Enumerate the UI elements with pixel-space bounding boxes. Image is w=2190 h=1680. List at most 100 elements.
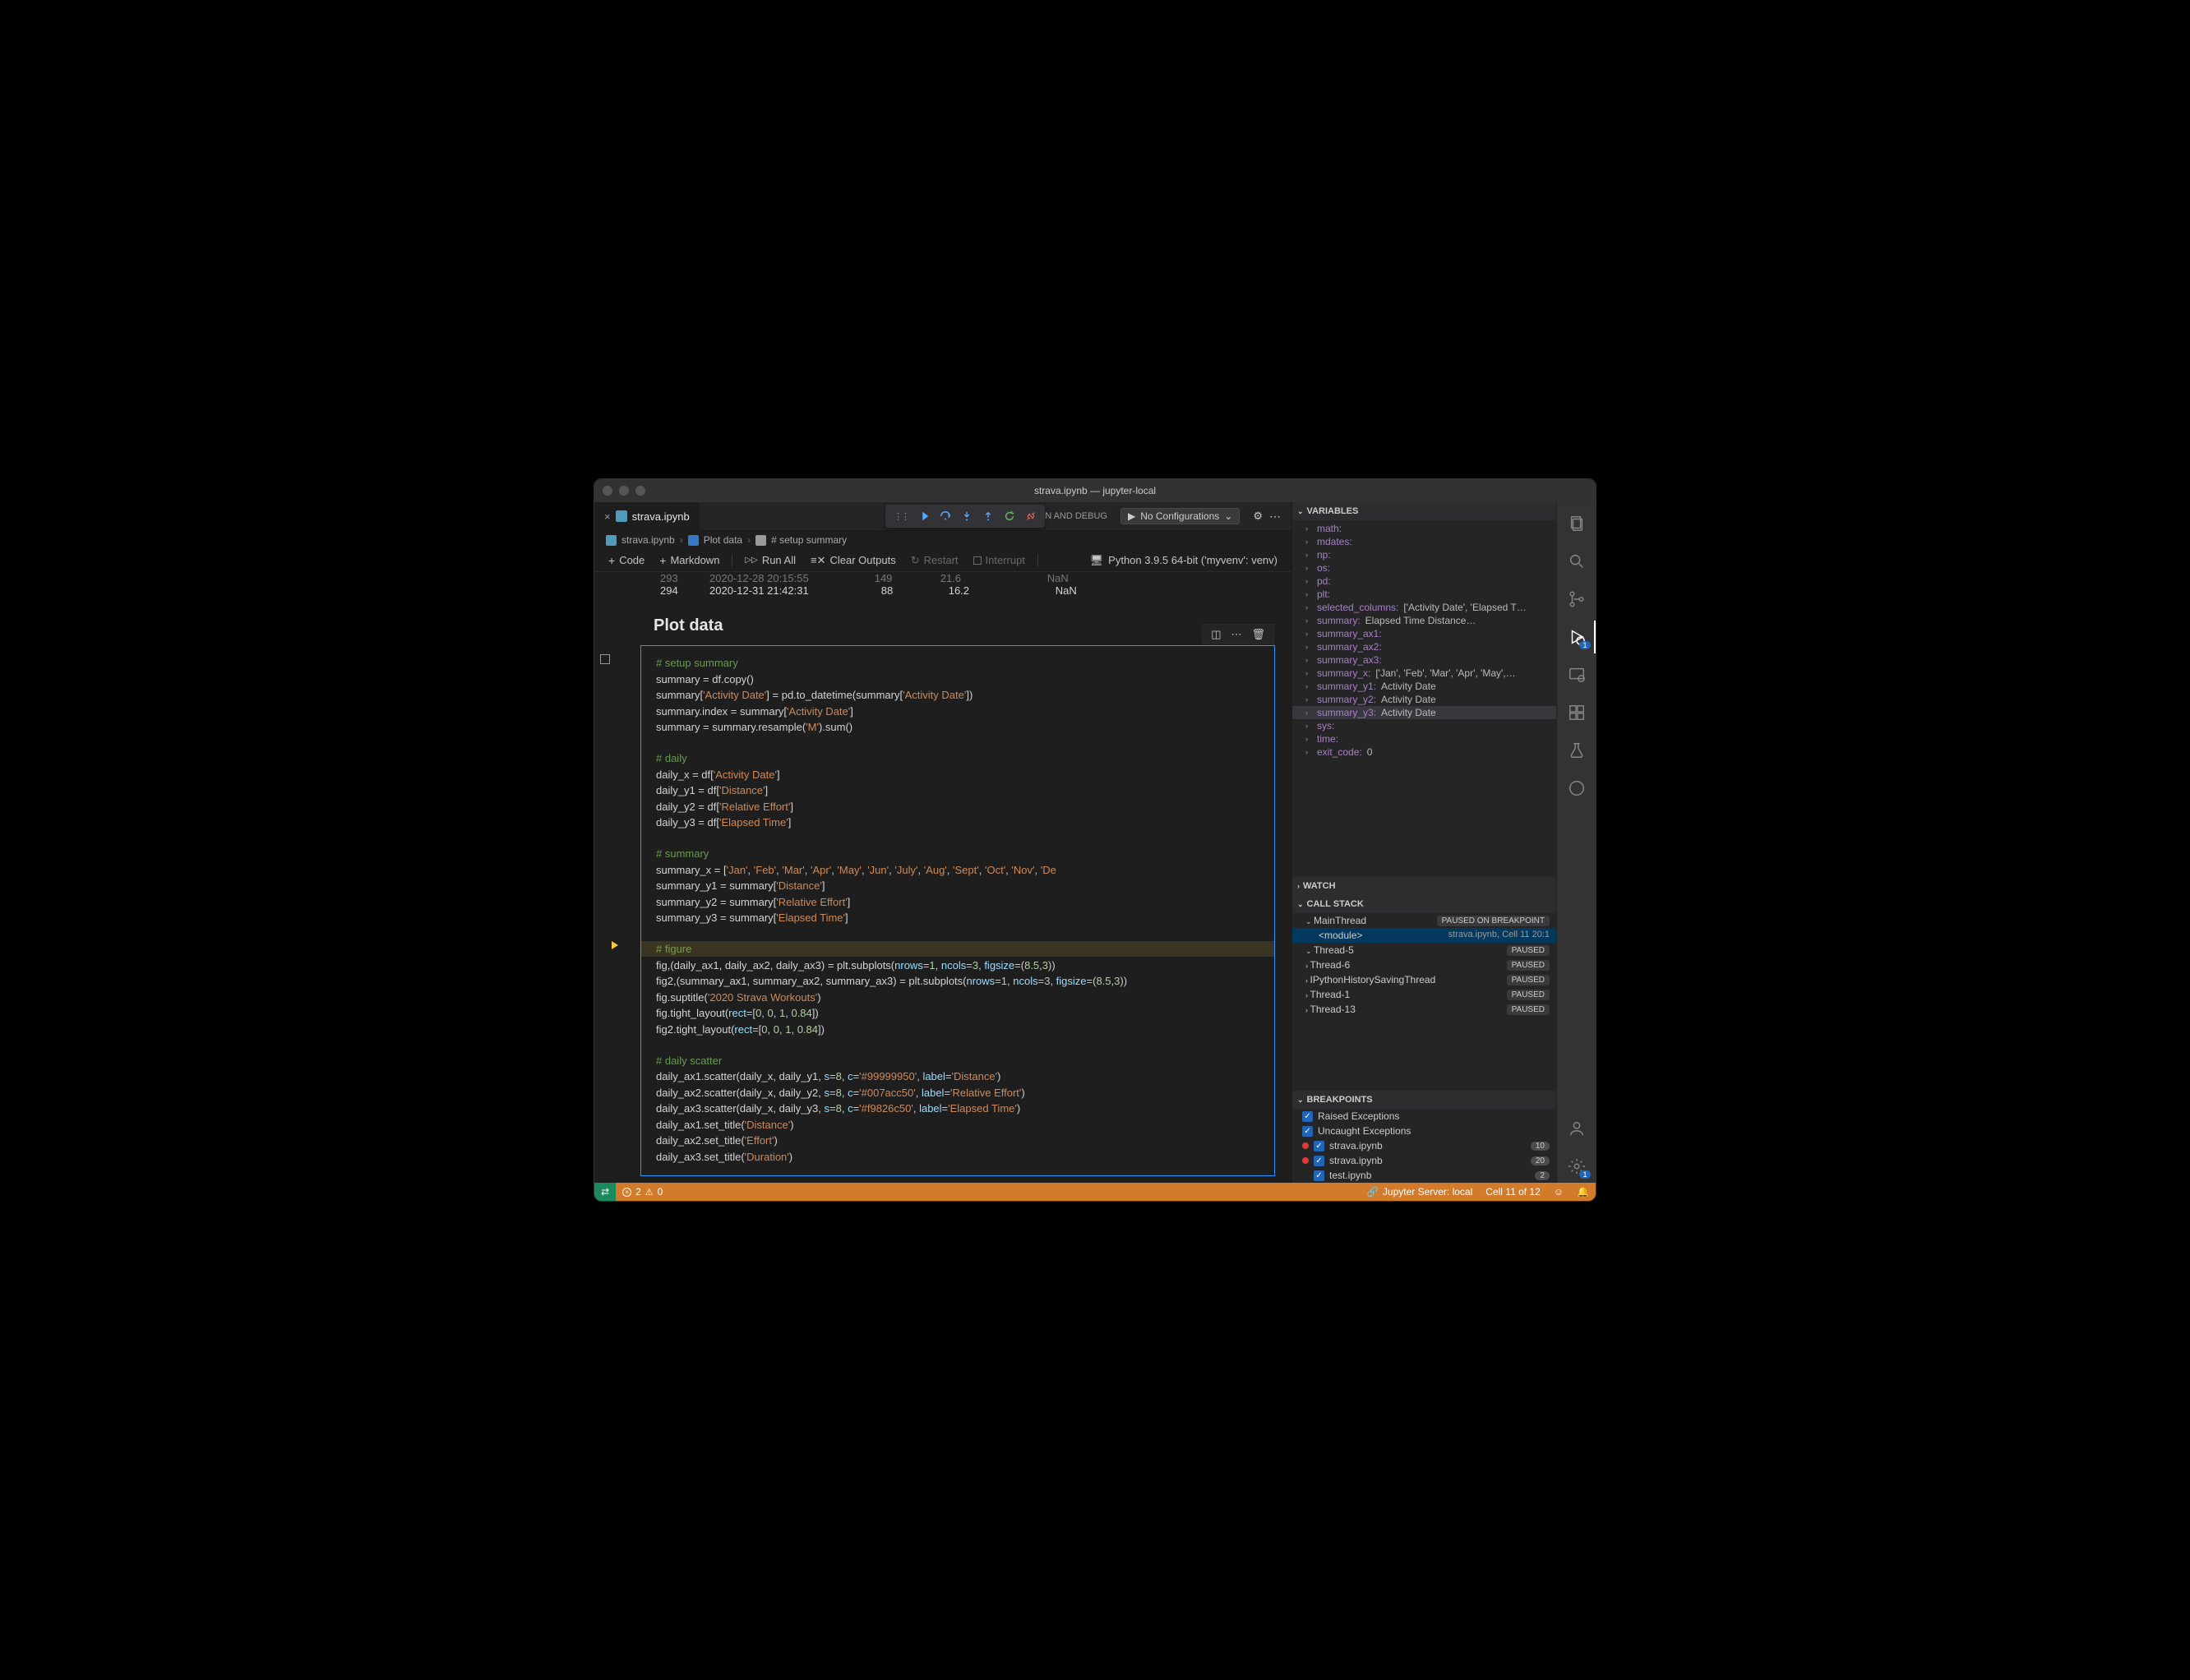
variable-row[interactable]: ›time:	[1292, 732, 1556, 745]
breakpoint-file-row[interactable]: ✓test.ipynb2	[1292, 1168, 1556, 1183]
paused-badge: Paused on breakpoint	[1437, 916, 1550, 926]
variable-row[interactable]: ›mdates:	[1292, 535, 1556, 548]
jupyter-server-status[interactable]: 🔗Jupyter Server: local	[1360, 1186, 1479, 1198]
step-into-icon[interactable]	[961, 510, 973, 522]
variable-row[interactable]: ›exit_code: 0	[1292, 745, 1556, 759]
variables-section-header[interactable]: ⌄Variables	[1292, 502, 1556, 520]
run-debug-icon[interactable]: 1	[1558, 621, 1596, 653]
cell-position-status[interactable]: Cell 11 of 12	[1479, 1186, 1547, 1198]
breakpoint-file-row[interactable]: ✓strava.ipynb10	[1292, 1138, 1556, 1153]
checkbox-icon[interactable]: ✓	[1302, 1126, 1313, 1137]
grip-icon[interactable]: ⋮⋮	[894, 511, 908, 522]
dataframe-output: 2932020-12-28 20:15:5514921.6NaN 2942020…	[594, 572, 1291, 597]
interrupt-button[interactable]: Interrupt	[968, 552, 1031, 568]
variable-row[interactable]: ›summary_y2: Activity Date	[1292, 693, 1556, 706]
titlebar[interactable]: strava.ipynb — jupyter-local	[594, 479, 1596, 502]
step-over-icon[interactable]	[940, 510, 951, 522]
variable-row[interactable]: ›selected_columns: ['Activity Date', 'El…	[1292, 601, 1556, 614]
chevron-down-icon: ⌄	[1224, 510, 1232, 522]
variable-row[interactable]: ›pd:	[1292, 575, 1556, 588]
accounts-icon[interactable]	[1558, 1112, 1596, 1145]
thread-row[interactable]: › Thread-1Paused	[1292, 987, 1556, 1002]
variable-row[interactable]: ›summary_ax2:	[1292, 640, 1556, 653]
variable-row[interactable]: ›plt:	[1292, 588, 1556, 601]
cell-more-icon[interactable]: ⋯	[1231, 628, 1241, 641]
code-cell[interactable]: ◫ ⋯ 🗑 # setup summary summary = df.copy(…	[640, 645, 1275, 1176]
breadcrumb[interactable]: strava.ipynb › Plot data › # setup summa…	[594, 531, 1291, 549]
breakpoints-section-header[interactable]: ⌄Breakpoints	[1292, 1091, 1556, 1109]
source-control-icon[interactable]	[1558, 583, 1596, 616]
variable-row[interactable]: ›sys:	[1292, 719, 1556, 732]
disconnect-icon[interactable]	[1025, 510, 1037, 522]
thread-row[interactable]: › IPythonHistorySavingThreadPaused	[1292, 972, 1556, 987]
step-out-icon[interactable]	[982, 510, 994, 522]
variable-row[interactable]: ›np:	[1292, 548, 1556, 561]
variable-row[interactable]: ›summary_y3: Activity Date	[1292, 706, 1556, 719]
stop-icon[interactable]	[600, 654, 610, 664]
debug-config-dropdown[interactable]: ▶ No Configurations ⌄	[1120, 508, 1240, 524]
thread-row[interactable]: › Thread-6Paused	[1292, 958, 1556, 972]
restart-icon[interactable]	[1004, 510, 1015, 522]
variable-row[interactable]: ›os:	[1292, 561, 1556, 575]
checkbox-icon[interactable]: ✓	[1314, 1156, 1324, 1166]
add-markdown-button[interactable]: +Markdown	[654, 552, 725, 569]
notebook-editor[interactable]: 2932020-12-28 20:15:5514921.6NaN 2942020…	[594, 572, 1291, 1183]
kernel-selector[interactable]: 🖥 Python 3.9.5 64-bit ('myvenv': venv)	[1084, 552, 1283, 569]
github-icon[interactable]	[1558, 772, 1596, 805]
variable-row[interactable]: ›summary_x: ['Jan', 'Feb', 'Mar', 'Apr',…	[1292, 667, 1556, 680]
zoom-window-icon[interactable]	[635, 486, 645, 496]
breadcrumb-cell[interactable]: Plot data	[704, 534, 742, 546]
debug-floating-toolbar[interactable]: ⋮⋮	[885, 505, 1045, 528]
thread-row[interactable]: ⌄ Thread-5Paused	[1292, 943, 1556, 958]
explorer-icon[interactable]	[1558, 507, 1596, 540]
restart-button[interactable]: ↻Restart	[905, 552, 964, 569]
tab-strava[interactable]: × strava.ipynb	[594, 502, 700, 530]
continue-icon[interactable]	[918, 510, 930, 522]
thread-row[interactable]: › Thread-13Paused	[1292, 1002, 1556, 1017]
watch-section-header[interactable]: ›Watch	[1292, 877, 1556, 895]
variable-row[interactable]: ›math:	[1292, 522, 1556, 535]
bp-raised-exceptions[interactable]: ✓Raised Exceptions	[1292, 1109, 1556, 1124]
variable-row[interactable]: ›summary: Elapsed Time Distance…	[1292, 614, 1556, 627]
settings-gear-icon[interactable]: 1	[1558, 1150, 1596, 1183]
split-cell-icon[interactable]: ◫	[1211, 628, 1221, 641]
variable-row[interactable]: ›summary_ax1:	[1292, 627, 1556, 640]
delete-cell-icon[interactable]: 🗑	[1251, 628, 1265, 641]
code-content[interactable]: # setup summary summary = df.copy() summ…	[641, 646, 1274, 1175]
more-icon[interactable]: ⋯	[1269, 510, 1282, 524]
breadcrumb-symbol[interactable]: # setup summary	[771, 534, 847, 546]
checkbox-icon[interactable]: ✓	[1314, 1170, 1324, 1181]
variables-list[interactable]: ›math: ›mdates: ›np: ›os: ›pd: ›plt: ›se…	[1292, 520, 1556, 877]
add-code-button[interactable]: +Code	[603, 552, 650, 569]
problems-indicator[interactable]: ×20	[616, 1183, 669, 1201]
checkbox-icon[interactable]: ✓	[1302, 1111, 1313, 1122]
bp-uncaught-exceptions[interactable]: ✓Uncaught Exceptions	[1292, 1124, 1556, 1138]
traffic-lights[interactable]	[603, 486, 645, 496]
callstack-section-header[interactable]: ⌄Call Stack	[1292, 895, 1556, 913]
variable-row[interactable]: ›summary_ax3:	[1292, 653, 1556, 667]
clear-outputs-button[interactable]: ≡✕Clear Outputs	[805, 552, 902, 569]
thread-main[interactable]: ⌄ MainThreadPaused on breakpoint	[1292, 913, 1556, 928]
close-tab-icon[interactable]: ×	[604, 510, 611, 523]
debug-config-label: No Configurations	[1140, 510, 1219, 522]
call-stack-list[interactable]: ⌄ MainThreadPaused on breakpoint <module…	[1292, 913, 1556, 1017]
breadcrumb-file[interactable]: strava.ipynb	[621, 534, 675, 546]
variable-row[interactable]: ›summary_y1: Activity Date	[1292, 680, 1556, 693]
play-icon: ▶	[1128, 510, 1135, 522]
testing-icon[interactable]	[1558, 734, 1596, 767]
extensions-icon[interactable]	[1558, 696, 1596, 729]
search-icon[interactable]	[1558, 545, 1596, 578]
breakpoints-list[interactable]: ✓Raised Exceptions ✓Uncaught Exceptions …	[1292, 1109, 1556, 1183]
copilot-icon[interactable]: ☺	[1547, 1186, 1570, 1198]
run-all-button[interactable]: ▷▷Run All	[739, 552, 802, 568]
breakpoint-file-row[interactable]: ✓strava.ipynb20	[1292, 1153, 1556, 1168]
gear-icon[interactable]: ⚙	[1253, 510, 1263, 523]
checkbox-icon[interactable]: ✓	[1314, 1141, 1324, 1152]
stack-frame[interactable]: <module>strava.ipynb, Cell 11 20:1	[1292, 928, 1556, 943]
close-window-icon[interactable]	[603, 486, 612, 496]
cell-gutter[interactable]	[600, 654, 610, 664]
minimize-window-icon[interactable]	[619, 486, 629, 496]
remote-indicator[interactable]: ⇄	[594, 1183, 616, 1201]
remote-explorer-icon[interactable]	[1558, 658, 1596, 691]
notifications-icon[interactable]: 🔔	[1570, 1186, 1596, 1198]
